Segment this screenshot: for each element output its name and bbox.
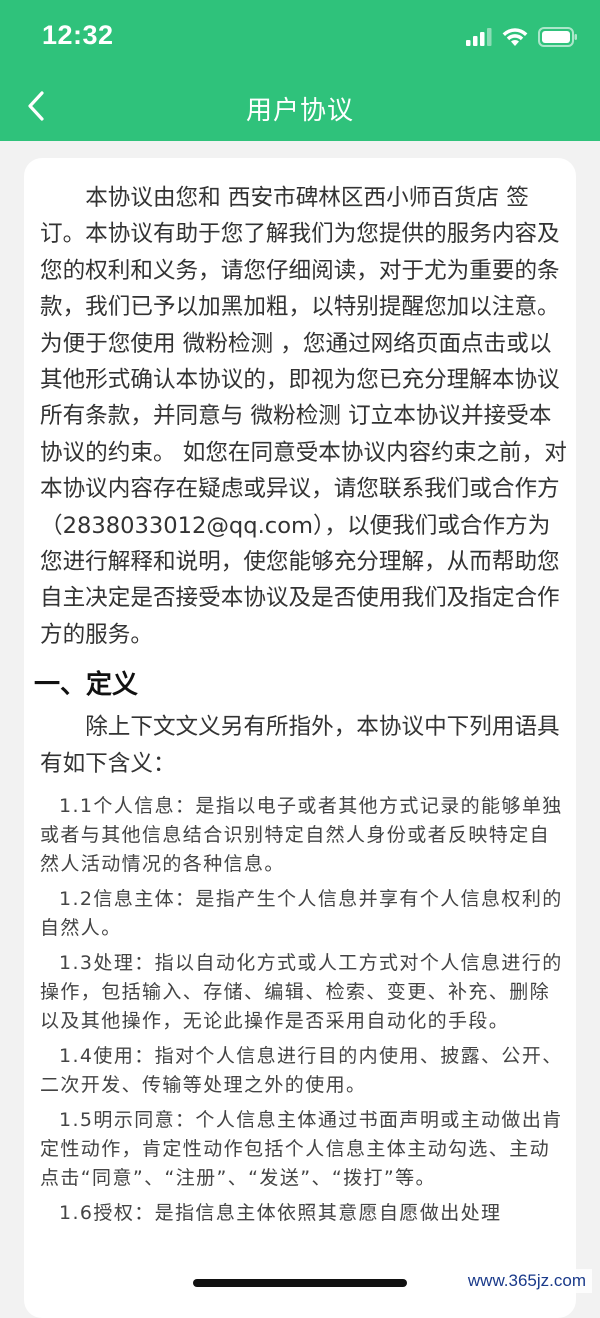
section-intro-definitions: 除上下文文义另有所指外，本协议中下列用语具有如下含义： bbox=[40, 714, 560, 777]
page-title: 用户协议 bbox=[245, 96, 354, 126]
status-bar: 12:32 bbox=[0, 0, 600, 72]
section-heading-definitions: 一、定义 bbox=[34, 670, 139, 701]
watermark: www.365jz.com bbox=[461, 1269, 592, 1293]
app-header: 12:32 用户协议 bbox=[0, 0, 600, 141]
definition-item: 1.2信息主体：是指产生个人信息并享有个人信息权利的自然人。 bbox=[40, 888, 563, 940]
agreement-intro: 本协议由您和 西安市碑林区西小师百货店 签订。本协议有助于您了解我们为您提供的服… bbox=[40, 185, 567, 648]
definition-item: 1.3处理：指以自动化方式或人工方式对个人信息进行的操作，包括输入、存储、编辑、… bbox=[40, 952, 563, 1033]
status-icons bbox=[466, 24, 578, 50]
definition-item: 1.5明示同意：个人信息主体通过书面声明或主动做出肯定性动作，肯定性动作包括个人… bbox=[40, 1109, 563, 1190]
battery-icon bbox=[538, 27, 577, 47]
definition-item: 1.1个人信息：是指以电子或者其他方式记录的能够单独或者与其他信息结合识别特定自… bbox=[40, 795, 563, 876]
agreement-content: 本协议由您和 西安市碑林区西小师百货店 签订。本协议有助于您了解我们为您提供的服… bbox=[34, 180, 570, 1234]
cellular-signal-icon bbox=[466, 28, 492, 46]
status-time: 12:32 bbox=[42, 20, 114, 50]
agreement-card[interactable]: 本协议由您和 西安市碑林区西小师百货店 签订。本协议有助于您了解我们为您提供的服… bbox=[24, 158, 576, 1318]
definition-item: 1.4使用：指对个人信息进行目的内使用、披露、公开、二次开发、传输等处理之外的使… bbox=[40, 1045, 563, 1097]
wifi-icon bbox=[502, 27, 528, 46]
definition-item: 1.6授权：是指信息主体依照其意愿自愿做出处理 bbox=[59, 1202, 502, 1225]
home-indicator[interactable] bbox=[193, 1279, 407, 1287]
nav-bar: 用户协议 bbox=[0, 72, 600, 141]
